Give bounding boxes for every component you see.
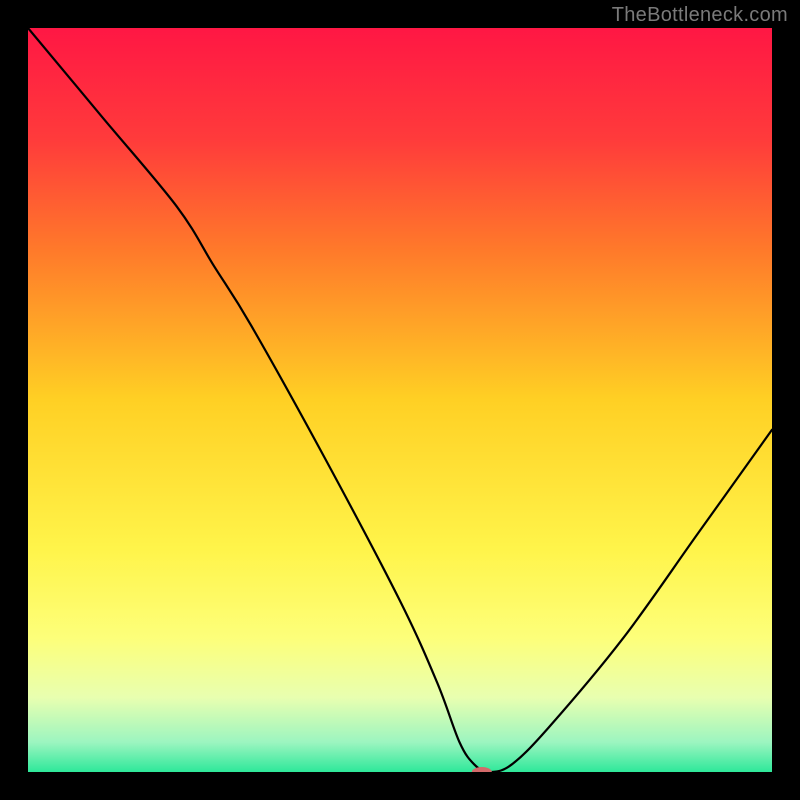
chart-svg	[0, 0, 800, 800]
bottleneck-chart: TheBottleneck.com	[0, 0, 800, 800]
attribution-label: TheBottleneck.com	[612, 4, 788, 27]
gradient-background	[28, 28, 772, 772]
plot-area	[28, 28, 772, 777]
